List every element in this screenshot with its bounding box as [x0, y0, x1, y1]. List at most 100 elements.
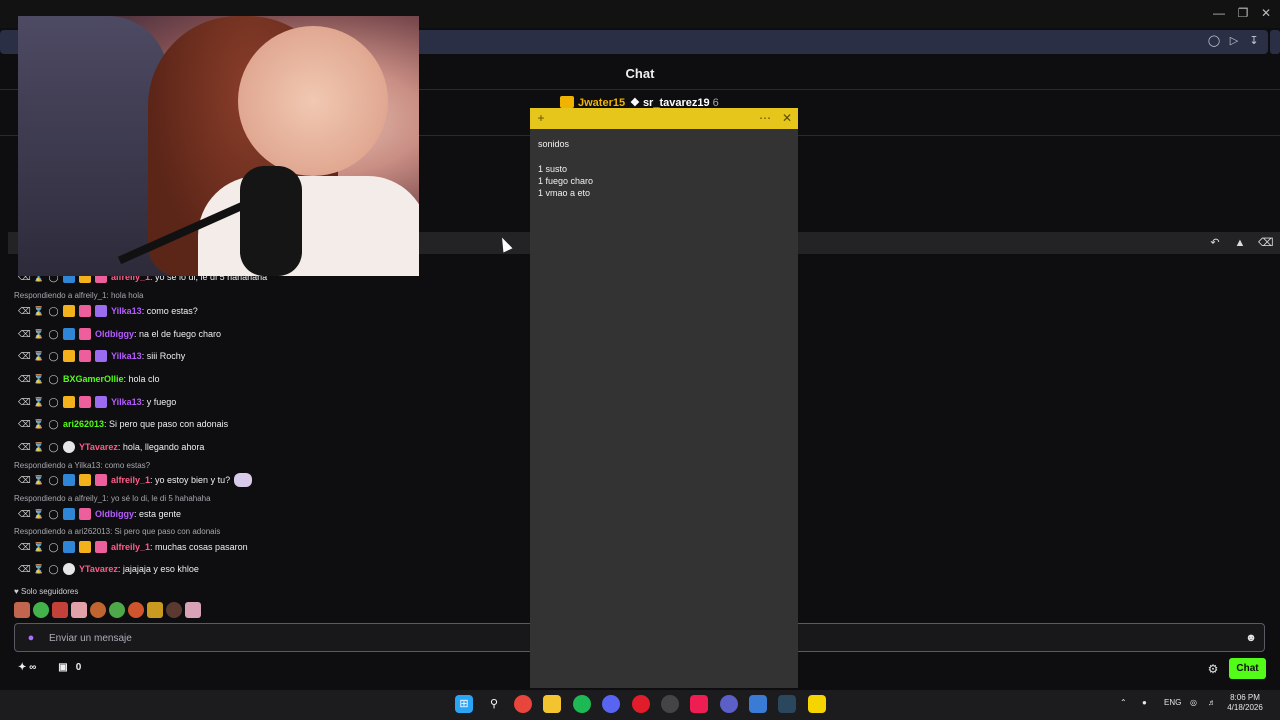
wifi-icon[interactable]: ◎ — [1190, 698, 1197, 707]
delete-icon[interactable]: ⌫ — [18, 442, 31, 453]
chrome-icon[interactable] — [514, 695, 532, 713]
points-icon[interactable]: ✦ ∞ — [18, 662, 36, 673]
shield-icon[interactable]: ◯ — [48, 306, 59, 317]
timeout-icon[interactable]: ⌛ — [33, 306, 44, 317]
chat-text: : Si pero que paso con adonais — [104, 419, 229, 429]
shield-icon[interactable]: ◯ — [48, 509, 59, 520]
shield-icon[interactable]: ◯ — [48, 397, 59, 408]
shield-icon[interactable]: ◯ — [48, 475, 59, 486]
timeout-icon[interactable]: ⌛ — [33, 374, 44, 385]
microphone-icon[interactable]: ● — [25, 631, 37, 645]
sticky-note-text[interactable]: sonidos 1 susto 1 fuego charo 1 vmao a e… — [538, 138, 788, 199]
plus-icon[interactable]: + — [534, 111, 548, 125]
timeout-icon[interactable]: ⌛ — [33, 564, 44, 575]
volume-icon[interactable]: ♬ — [1208, 698, 1216, 707]
language-indicator[interactable]: ENG — [1164, 698, 1181, 707]
emote-icon[interactable] — [166, 602, 182, 618]
emote-icon — [234, 473, 253, 487]
system-clock[interactable]: 8:06 PM 4/18/2026 — [1225, 693, 1265, 713]
sticky-notes-icon[interactable] — [808, 695, 826, 713]
sticky-note-titlebar[interactable]: + ⋯ ✕ — [530, 108, 798, 129]
delete-icon[interactable]: ⌫ — [18, 306, 31, 317]
shield-icon[interactable]: ◯ — [48, 419, 59, 430]
sticky-note-window[interactable]: + ⋯ ✕ sonidos 1 susto 1 fuego charo 1 vm… — [530, 108, 798, 688]
restore-icon[interactable]: ❐ — [1236, 6, 1250, 20]
search-icon[interactable]: ⚲ — [485, 695, 503, 713]
emote-icon[interactable] — [147, 602, 163, 618]
gear-icon[interactable]: ⚙ — [1206, 662, 1220, 676]
chat-username[interactable]: ari262013 — [63, 419, 104, 429]
chat-username[interactable]: YTavarez — [79, 442, 118, 452]
discord-icon[interactable] — [602, 695, 620, 713]
delete-icon[interactable]: ⌫ — [18, 329, 31, 340]
delete-icon[interactable]: ⌫ — [18, 542, 31, 553]
emote-icon[interactable] — [109, 602, 125, 618]
delete-icon[interactable]: ⌫ — [18, 509, 31, 520]
delete-icon[interactable]: ⌫ — [18, 351, 31, 362]
minimize-icon[interactable]: — — [1212, 6, 1226, 20]
timeout-icon[interactable]: ⌛ — [33, 351, 44, 362]
chat-username[interactable]: alfreily_1 — [111, 542, 150, 552]
steam-icon[interactable] — [778, 695, 796, 713]
timeout-icon[interactable]: ⌛ — [33, 509, 44, 520]
spotify-icon[interactable] — [573, 695, 591, 713]
timeout-icon[interactable]: ⌛ — [33, 475, 44, 486]
delete-icon[interactable]: ⌫ — [18, 419, 31, 430]
delete-icon[interactable]: ⌫ — [18, 374, 31, 385]
emoji-icon[interactable]: ☻ — [1245, 631, 1257, 645]
chat-username[interactable]: Yilka13 — [111, 306, 142, 316]
streamlabs-icon[interactable] — [749, 695, 767, 713]
gift-icon[interactable]: ▣ — [58, 662, 67, 673]
emote-icon[interactable] — [14, 602, 30, 618]
timeout-icon[interactable]: ⌛ — [33, 442, 44, 453]
emote-icon[interactable] — [128, 602, 144, 618]
shield-icon[interactable]: ◯ — [48, 329, 59, 340]
app-icon[interactable] — [720, 695, 738, 713]
gifter-badge — [79, 508, 91, 520]
windows-start-icon[interactable]: ⊞ — [455, 695, 473, 713]
sidebar-toggle[interactable] — [1270, 30, 1280, 54]
shield-icon[interactable]: ◯ — [48, 374, 59, 385]
microphone-icon[interactable]: ● — [1142, 698, 1147, 707]
timeout-icon[interactable]: ⌛ — [33, 419, 44, 430]
download-icon[interactable]: ↧ — [1247, 34, 1261, 48]
timeout-icon[interactable]: ⌛ — [33, 542, 44, 553]
send-icon[interactable]: ▷ — [1227, 34, 1241, 48]
delete-icon[interactable]: ⌫ — [18, 475, 31, 486]
delete-icon[interactable]: ⌫ — [18, 564, 31, 575]
shield-icon[interactable]: ◯ — [48, 351, 59, 362]
shield-icon[interactable]: ◯ — [48, 564, 59, 575]
timeout-icon[interactable]: ⌛ — [33, 329, 44, 340]
folder-icon[interactable] — [543, 695, 561, 713]
timeout-icon[interactable]: ⌛ — [33, 397, 44, 408]
opera-icon[interactable] — [632, 695, 650, 713]
trash-icon[interactable]: ⌫ — [1258, 236, 1274, 250]
emote-icon[interactable] — [33, 602, 49, 618]
chat-username[interactable]: Yilka13 — [111, 351, 142, 361]
delete-icon[interactable]: ⌫ — [18, 397, 31, 408]
chat-username[interactable]: Oldbiggy — [95, 329, 134, 339]
shield-icon[interactable]: ◯ — [48, 442, 59, 453]
obs-icon[interactable] — [661, 695, 679, 713]
close-icon[interactable]: ✕ — [780, 111, 794, 125]
more-icon[interactable]: ⋯ — [758, 111, 772, 125]
chat-username[interactable]: Yilka13 — [111, 397, 142, 407]
close-icon[interactable]: ✕ — [1259, 6, 1273, 20]
chat-username[interactable]: alfreily_1 — [111, 475, 150, 485]
chat-message: ⌫ ⌛ ◯ Yilka13: y fuego — [18, 393, 176, 411]
pin-icon[interactable]: ▲ — [1233, 236, 1247, 250]
emote-icon[interactable] — [90, 602, 106, 618]
chevron-up-icon[interactable]: ⌃ — [1120, 698, 1127, 707]
chat-username[interactable]: Oldbiggy — [95, 509, 134, 519]
emote-icon[interactable] — [71, 602, 87, 618]
shield-icon[interactable]: ◯ — [1207, 34, 1221, 48]
shield-icon[interactable]: ◯ — [48, 542, 59, 553]
send-chat-button[interactable]: Chat — [1229, 658, 1266, 679]
chat-username[interactable]: BXGamerOllie — [63, 374, 124, 384]
chat-username[interactable]: YTavarez — [79, 564, 118, 574]
emote-icon[interactable] — [185, 602, 201, 618]
tiktok-icon[interactable] — [690, 695, 708, 713]
undo-icon[interactable]: ↶ — [1208, 236, 1222, 250]
subscriber-badge — [63, 508, 75, 520]
emote-icon[interactable] — [52, 602, 68, 618]
